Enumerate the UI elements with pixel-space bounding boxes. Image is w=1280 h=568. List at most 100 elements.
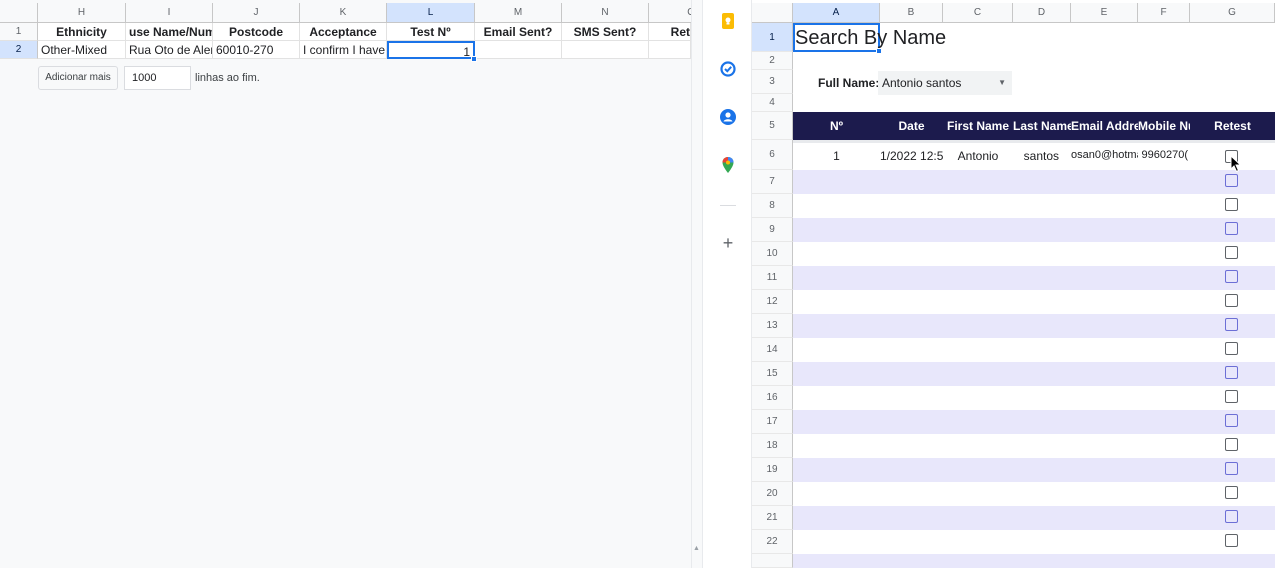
row-header-14[interactable]: 14 [752, 338, 793, 362]
table-row-23[interactable] [793, 554, 1275, 568]
select-all-corner[interactable] [752, 3, 793, 23]
data-cell-ethnicity[interactable]: Other-Mixed [38, 41, 126, 59]
data-cell-test-number[interactable]: 1 [387, 41, 475, 59]
row-header-11[interactable]: 11 [752, 266, 793, 290]
table-row-8[interactable] [793, 194, 1275, 218]
table-row-9[interactable] [793, 218, 1275, 242]
column-header-j[interactable]: J [213, 3, 300, 23]
table-row-13[interactable] [793, 314, 1275, 338]
row-header-13[interactable]: 13 [752, 314, 793, 338]
add-more-rows-button[interactable]: Adicionar mais [38, 66, 118, 90]
retest-checkbox[interactable] [1225, 486, 1238, 499]
data-cell-postcode[interactable]: 60010-270 [213, 41, 300, 59]
table-row-17[interactable] [793, 410, 1275, 434]
row-header-19[interactable]: 19 [752, 458, 793, 482]
data-cell-email-sent[interactable] [475, 41, 562, 59]
fill-handle[interactable] [471, 56, 477, 62]
header-cell-sms-sent[interactable]: SMS Sent? [562, 23, 649, 41]
select-all-corner[interactable] [0, 3, 38, 23]
header-cell-test-number[interactable]: Test Nº [387, 23, 475, 41]
retest-checkbox[interactable] [1225, 222, 1238, 235]
header-cell-ethnicity[interactable]: Ethnicity [38, 23, 126, 41]
table-row-10[interactable] [793, 242, 1275, 266]
vertical-scrollbar[interactable] [1275, 23, 1280, 568]
row-header-20[interactable]: 20 [752, 482, 793, 506]
retest-checkbox[interactable] [1225, 198, 1238, 211]
data-cell-sms-sent[interactable] [562, 41, 649, 59]
row-header-1[interactable]: 1 [752, 23, 793, 52]
keep-icon[interactable] [720, 13, 736, 29]
row-header-21[interactable]: 21 [752, 506, 793, 530]
table-row-20[interactable] [793, 482, 1275, 506]
row-header-8[interactable]: 8 [752, 194, 793, 218]
column-header-g[interactable]: G [1190, 3, 1275, 23]
table-row-22[interactable] [793, 530, 1275, 554]
retest-checkbox[interactable] [1225, 366, 1238, 379]
row-header-6[interactable]: 6 [752, 140, 793, 170]
data-cell-house-name[interactable]: Rua Oto de Alen [126, 41, 213, 59]
row-header-4[interactable]: 4 [752, 94, 793, 112]
retest-checkbox[interactable] [1225, 342, 1238, 355]
header-cell-postcode[interactable]: Postcode [213, 23, 300, 41]
column-header-c[interactable]: C [943, 3, 1013, 23]
retest-checkbox[interactable] [1225, 438, 1238, 451]
contacts-icon[interactable] [720, 109, 736, 125]
table-row-16[interactable] [793, 386, 1275, 410]
row-header-2[interactable]: 2 [752, 52, 793, 70]
table-row-14[interactable] [793, 338, 1275, 362]
vertical-scrollbar[interactable] [691, 0, 702, 568]
table-row-12[interactable] [793, 290, 1275, 314]
column-header-n[interactable]: N [562, 3, 649, 23]
row-header-7[interactable]: 7 [752, 170, 793, 194]
retest-checkbox[interactable] [1225, 414, 1238, 427]
retest-checkbox[interactable] [1225, 174, 1238, 187]
table-row-19[interactable] [793, 458, 1275, 482]
maps-icon[interactable] [720, 157, 736, 173]
data-cell-retest[interactable] [649, 41, 691, 59]
table-row-15[interactable] [793, 362, 1275, 386]
header-cell-email-sent[interactable]: Email Sent? [475, 23, 562, 41]
row-header-10[interactable]: 10 [752, 242, 793, 266]
row-header-1[interactable]: 1 [0, 23, 38, 41]
result-email[interactable]: osan0@hotma [1071, 149, 1138, 161]
result-last-name[interactable]: santos [1013, 149, 1071, 163]
scroll-arrow-icon[interactable]: ▲ [693, 545, 700, 552]
row-header-23[interactable] [752, 554, 793, 568]
column-header-a[interactable]: A [793, 3, 880, 23]
row-header-3[interactable]: 3 [752, 70, 793, 94]
column-header-l[interactable]: L [387, 3, 475, 23]
result-date[interactable]: 1/2022 12:50 [880, 149, 943, 163]
result-mobile[interactable]: 9960270( [1138, 149, 1190, 161]
header-cell-house-name[interactable]: use Name/Numl [126, 23, 213, 41]
retest-checkbox[interactable] [1225, 462, 1238, 475]
row-header-2[interactable]: 2 [0, 41, 38, 59]
row-header-18[interactable]: 18 [752, 434, 793, 458]
table-row-21[interactable] [793, 506, 1275, 530]
row-header-9[interactable]: 9 [752, 218, 793, 242]
add-addon-icon[interactable]: + [720, 233, 736, 253]
row-header-16[interactable]: 16 [752, 386, 793, 410]
retest-checkbox[interactable] [1225, 390, 1238, 403]
column-header-m[interactable]: M [475, 3, 562, 23]
row-header-12[interactable]: 12 [752, 290, 793, 314]
retest-checkbox[interactable] [1225, 246, 1238, 259]
column-header-i[interactable]: I [126, 3, 213, 23]
result-number[interactable]: 1 [793, 149, 880, 163]
row-header-22[interactable]: 22 [752, 530, 793, 554]
rows-count-input[interactable]: 1000 [124, 66, 191, 90]
full-name-dropdown[interactable]: Antonio santos ▼ [878, 71, 1012, 95]
retest-checkbox[interactable] [1225, 510, 1238, 523]
tasks-icon[interactable] [720, 61, 736, 77]
row-header-5[interactable]: 5 [752, 112, 793, 140]
retest-checkbox[interactable] [1225, 270, 1238, 283]
retest-checkbox[interactable] [1225, 318, 1238, 331]
table-row-18[interactable] [793, 434, 1275, 458]
row-header-15[interactable]: 15 [752, 362, 793, 386]
result-first-name[interactable]: Antonio [943, 149, 1013, 163]
row-header-17[interactable]: 17 [752, 410, 793, 434]
header-cell-acceptance[interactable]: Acceptance [300, 23, 387, 41]
column-header-d[interactable]: D [1013, 3, 1071, 23]
data-cell-acceptance[interactable]: I confirm I have r [300, 41, 387, 59]
column-header-b[interactable]: B [880, 3, 943, 23]
retest-checkbox[interactable] [1225, 294, 1238, 307]
